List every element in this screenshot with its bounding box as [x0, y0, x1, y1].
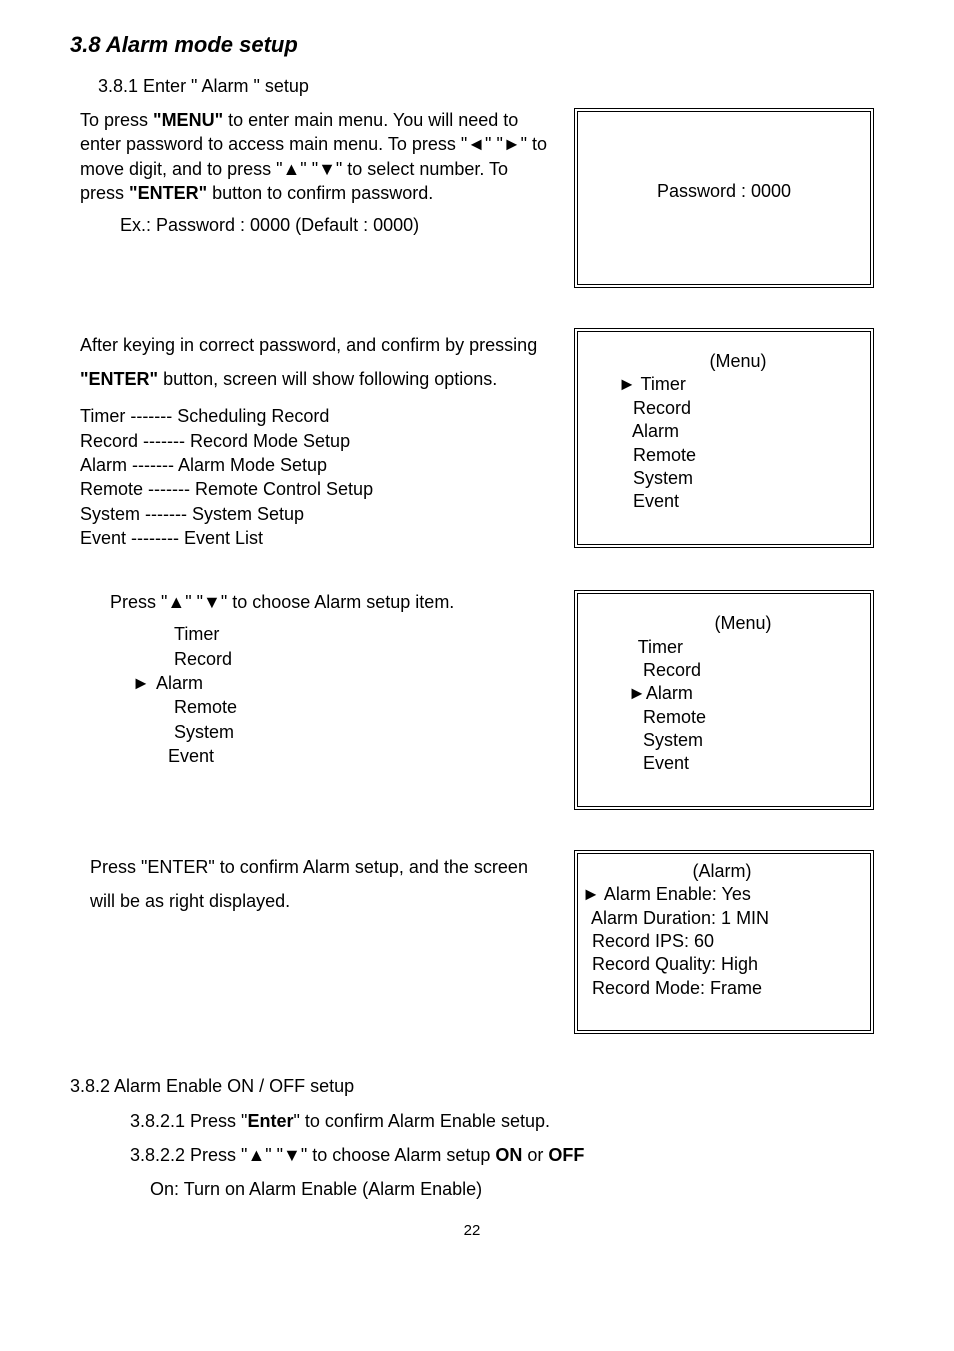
- screen-menu-alarm: (Menu) Timer Record ►Alarm Remote System…: [574, 590, 874, 810]
- text-menu-bold: "MENU": [153, 110, 223, 130]
- text-on-bold: ON: [495, 1145, 522, 1165]
- menu-item: System: [628, 729, 858, 752]
- menu-item: Event: [628, 752, 858, 775]
- alarm-line: Alarm Duration: 1 MIN: [582, 907, 862, 930]
- text-part: " to confirm Alarm Enable setup.: [293, 1111, 550, 1131]
- screen-box-menu1: (Menu) ► Timer Record Alarm Remote Syste…: [574, 328, 874, 548]
- screen-box-menu2: (Menu) Timer Record ►Alarm Remote System…: [574, 590, 874, 810]
- list-item: Event -------- Event List: [80, 526, 554, 550]
- block-mainmenu: After keying in correct password, and co…: [70, 328, 874, 550]
- screen-alarm: (Alarm) ► Alarm Enable: Yes Alarm Durati…: [574, 850, 874, 1034]
- inline-menu-list: Timer Record ►Alarm Remote System Event: [150, 622, 554, 768]
- subheading-3-8-1: 3.8.1 Enter " Alarm " setup: [98, 74, 874, 98]
- list-item: Timer: [150, 622, 554, 646]
- list-item: ►Alarm: [132, 671, 554, 695]
- menu-title: (Menu): [618, 350, 858, 373]
- text-part: 3.8.2.1 Press ": [130, 1111, 247, 1131]
- text-enter-bold: "ENTER": [129, 183, 207, 203]
- para-after-password: After keying in correct password, and co…: [80, 328, 554, 396]
- password-line: Password : 0000: [590, 180, 858, 203]
- menu-item: ► Timer: [618, 373, 858, 396]
- list-item: Remote ------- Remote Control Setup: [80, 477, 554, 501]
- menu-items: Timer Record ►Alarm Remote System Event: [628, 636, 858, 776]
- block-password: To press "MENU" to enter main menu. You …: [70, 108, 874, 288]
- menu-item: Alarm: [618, 420, 858, 443]
- text-part: or: [522, 1145, 548, 1165]
- alarm-lines: ► Alarm Enable: Yes Alarm Duration: 1 MI…: [582, 883, 862, 1000]
- sub-3-8-2-1: 3.8.2.1 Press "Enter" to confirm Alarm E…: [130, 1109, 874, 1133]
- menu-item: Record: [618, 397, 858, 420]
- alarm-line: Record Mode: Frame: [582, 977, 862, 1000]
- menu-items: ► Timer Record Alarm Remote System Event: [618, 373, 858, 513]
- alarm-line: Record IPS: 60: [582, 930, 862, 953]
- screen-password: Password : 0000: [574, 108, 874, 288]
- list-item: Timer ------- Scheduling Record: [80, 404, 554, 428]
- block-alarm-screen: Press "ENTER" to confirm Alarm setup, an…: [70, 850, 874, 1034]
- text-enter-bold: Enter: [247, 1111, 293, 1131]
- text-part: 3.8.2.2 Press "▲" "▼" to choose Alarm se…: [130, 1145, 495, 1165]
- screen-mainmenu: (Menu) ► Timer Record Alarm Remote Syste…: [574, 328, 874, 548]
- menu-item: Remote: [628, 706, 858, 729]
- section-heading: 3.8 Alarm mode setup: [70, 30, 874, 60]
- list-item: Alarm ------- Alarm Mode Setup: [80, 453, 554, 477]
- para-enter-menu: To press "MENU" to enter main menu. You …: [80, 108, 554, 205]
- menu-item: Record: [628, 659, 858, 682]
- menu-item: Timer: [628, 636, 858, 659]
- text-part: After keying in correct password, and co…: [80, 335, 537, 355]
- list-item: System ------- System Setup: [80, 502, 554, 526]
- block-choose-alarm: Press "▲" "▼" to choose Alarm setup item…: [70, 590, 874, 810]
- text-left: Press "▲" "▼" to choose Alarm setup item…: [70, 590, 554, 768]
- menu-item: Event: [618, 490, 858, 513]
- list-item: Remote: [150, 695, 554, 719]
- screen-box-alarm: (Alarm) ► Alarm Enable: Yes Alarm Durati…: [574, 850, 874, 1034]
- para-example-password: Ex.: Password : 0000 (Default : 0000): [120, 213, 554, 237]
- text-part: button to confirm password.: [207, 183, 433, 203]
- text-left: To press "MENU" to enter main menu. You …: [80, 108, 554, 245]
- list-item: Event: [144, 744, 554, 768]
- sub-3-8-2-2: 3.8.2.2 Press "▲" "▼" to choose Alarm se…: [130, 1143, 874, 1167]
- page-number: 22: [70, 1221, 874, 1241]
- para-choose-alarm: Press "▲" "▼" to choose Alarm setup item…: [110, 590, 554, 614]
- text-part: To press: [80, 110, 153, 130]
- menu-item: ►Alarm: [628, 682, 858, 705]
- subheading-3-8-2: 3.8.2 Alarm Enable ON / OFF setup: [70, 1074, 874, 1098]
- alarm-line: Record Quality: High: [582, 953, 862, 976]
- text-part: button, screen will show following optio…: [158, 369, 497, 389]
- menu-item: Remote: [618, 444, 858, 467]
- menu-item: System: [618, 467, 858, 490]
- screen-box-password: Password : 0000: [574, 108, 874, 288]
- text-enter-bold: "ENTER": [80, 369, 158, 389]
- text-off-bold: OFF: [548, 1145, 584, 1165]
- list-item: Record: [150, 647, 554, 671]
- list-item: System: [150, 720, 554, 744]
- para-confirm-alarm: Press "ENTER" to confirm Alarm setup, an…: [90, 850, 554, 918]
- menu-title: (Menu): [628, 612, 858, 635]
- alarm-title: (Alarm): [582, 860, 862, 883]
- menu-option-list: Timer ------- Scheduling Record Record -…: [80, 404, 554, 550]
- list-item: Record ------- Record Mode Setup: [80, 429, 554, 453]
- on-description: On: Turn on Alarm Enable (Alarm Enable): [150, 1177, 874, 1201]
- text-left: After keying in correct password, and co…: [80, 328, 554, 550]
- alarm-line: ► Alarm Enable: Yes: [582, 883, 862, 906]
- text-left: Press "ENTER" to confirm Alarm setup, an…: [90, 850, 554, 926]
